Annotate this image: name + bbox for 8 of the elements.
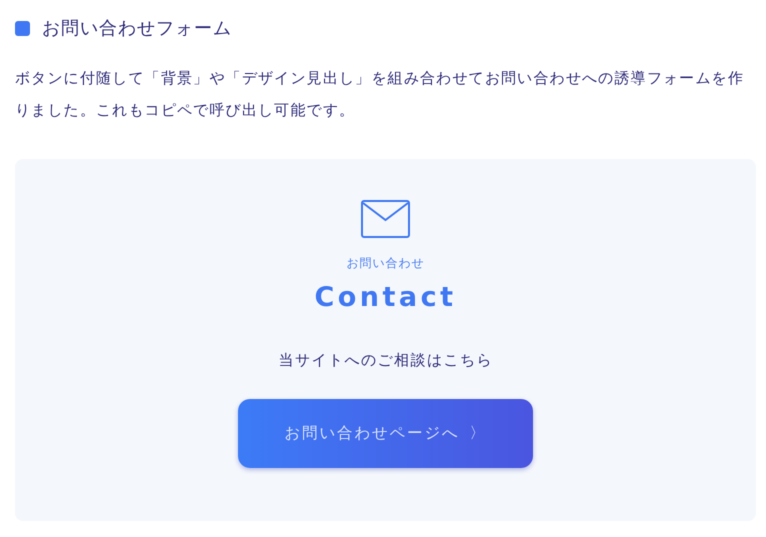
contact-label: お問い合わせ: [346, 255, 424, 272]
description-text: ボタンに付随して「背景」や「デザイン見出し」を組み合わせてお問い合わせへの誘導フォームを作りました。これもコピペで呼び出し可能です。: [15, 68, 745, 121]
envelope-icon: [361, 200, 410, 238]
contact-message: 当サイトへのご相談はこちら: [278, 351, 493, 370]
contact-title: Contact: [314, 282, 457, 313]
square-icon: [15, 20, 30, 36]
section-heading: お問い合わせフォーム: [42, 17, 232, 40]
contact-page-button[interactable]: お問い合わせページへ 〉: [238, 399, 533, 468]
